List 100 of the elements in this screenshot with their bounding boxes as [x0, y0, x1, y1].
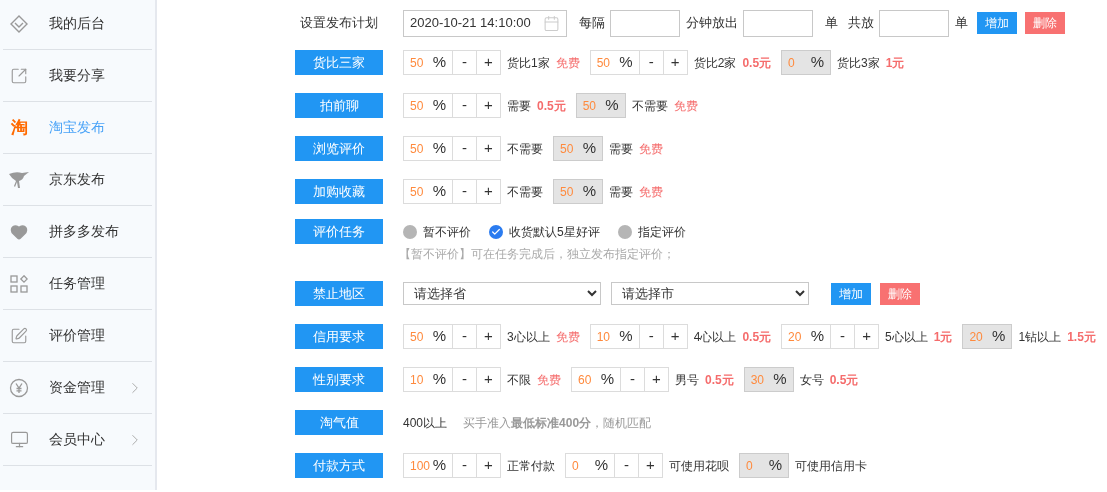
option-label: 需要 — [609, 183, 633, 201]
option-label: 需要 — [507, 97, 531, 115]
yen-coin-icon — [9, 377, 29, 398]
decrement-button[interactable]: - — [621, 367, 645, 392]
radio-option[interactable]: 指定评价 — [617, 223, 686, 241]
percent-field[interactable]: 20 % — [781, 324, 832, 349]
sidebar-item[interactable]: 资金管理 — [3, 362, 152, 414]
increment-button[interactable]: + — [477, 136, 501, 161]
decrement-button[interactable]: - — [615, 453, 639, 478]
decrement-button[interactable]: - — [453, 179, 477, 204]
diamond-icon — [9, 13, 29, 34]
decrement-button[interactable]: - — [453, 136, 477, 161]
monitor-icon — [9, 430, 29, 449]
percent-field[interactable]: 50 % — [589, 50, 640, 75]
region-select[interactable]: 请选择省 — [403, 282, 601, 305]
row-label: 浏览评价 — [295, 136, 383, 161]
option-label: 女号 — [799, 371, 824, 389]
percent-field[interactable]: 50 % — [403, 136, 453, 161]
price-text: 免费 — [537, 371, 561, 389]
option-label: 不需要 — [507, 183, 543, 201]
field-label: 共放 — [848, 14, 874, 32]
option-label: 需要 — [609, 140, 633, 158]
field-label: 每隔 — [579, 14, 605, 32]
edit-icon — [10, 326, 28, 345]
decrement-button[interactable]: - — [453, 50, 477, 75]
bird-icon — [8, 169, 30, 190]
interval-field[interactable] — [610, 9, 680, 37]
option-label: 货比3家 — [837, 54, 880, 72]
decrement-button[interactable]: - — [453, 367, 477, 392]
percent-field[interactable]: 100 % — [403, 453, 453, 478]
radio-option[interactable]: 收货默认5星好评 — [489, 223, 600, 241]
percent-field: 0 % — [739, 453, 789, 478]
percent-field[interactable]: 50 % — [403, 50, 453, 75]
row-label: 性别要求 — [295, 367, 383, 392]
price-text: 免费 — [639, 183, 663, 201]
hint-text: 【暂不评价】可在任务完成后，独立发布指定评价； — [399, 246, 676, 263]
price-text: 免费 — [639, 140, 663, 158]
value-text: 400以上 — [403, 414, 448, 432]
datetime-field[interactable]: 2020-10-21 14:10:00 — [403, 9, 567, 37]
unit-text: 单 — [955, 14, 968, 32]
row-label: 评价任务 — [295, 219, 383, 244]
option-label: 货比1家 — [507, 54, 550, 72]
radio-option[interactable]: 暂不评价 — [403, 223, 471, 241]
increment-button[interactable]: + — [855, 324, 880, 349]
increment-button[interactable]: + — [645, 367, 669, 392]
percent-field[interactable]: 10 % — [589, 324, 640, 349]
increment-button[interactable]: + — [477, 367, 501, 392]
percent-field: 50 % — [575, 93, 626, 118]
sidebar-item[interactable]: 我的后台 — [3, 0, 152, 50]
sidebar-item[interactable]: 任务管理 — [3, 258, 152, 310]
price-text: 1元 — [885, 54, 905, 72]
sidebar-item[interactable]: 评价管理 — [3, 310, 152, 362]
increment-button[interactable]: + — [477, 453, 501, 478]
sidebar-item[interactable]: 会员中心 — [3, 414, 152, 466]
increment-button[interactable]: + — [477, 93, 501, 118]
price-text: 0.5元 — [742, 54, 772, 72]
option-label: 4心以上 — [693, 328, 737, 346]
percent-field[interactable]: 50 % — [403, 179, 453, 204]
decrement-button[interactable]: - — [831, 324, 856, 349]
decrement-button[interactable]: - — [639, 324, 664, 349]
increment-button[interactable]: + — [663, 50, 688, 75]
increment-button[interactable]: + — [477, 324, 501, 349]
total-field[interactable] — [879, 9, 949, 37]
percent-field: 50 % — [553, 179, 603, 204]
price-text: 免费 — [673, 97, 698, 115]
row-label: 禁止地区 — [295, 281, 383, 306]
option-label: 可使用信用卡 — [795, 457, 867, 475]
increment-button[interactable]: + — [477, 50, 501, 75]
price-text: 0.5元 — [829, 371, 859, 389]
price-text: 免费 — [555, 328, 580, 346]
increment-button[interactable]: + — [639, 453, 663, 478]
percent-field[interactable]: 10 % — [403, 367, 453, 392]
row-label: 信用要求 — [295, 324, 383, 349]
decrement-button[interactable]: - — [453, 453, 477, 478]
schedule-label: 设置发布计划 — [299, 14, 379, 32]
sidebar-item[interactable]: 京东发布 — [3, 154, 152, 206]
increment-button[interactable]: + — [477, 179, 501, 204]
heart-icon — [10, 222, 28, 241]
decrement-button[interactable]: - — [453, 93, 477, 118]
price-text: 1元 — [933, 328, 953, 346]
row-label: 货比三家 — [295, 50, 383, 75]
percent-field[interactable]: 50 % — [403, 93, 453, 118]
option-label: 货比2家 — [693, 54, 737, 72]
sidebar-item[interactable]: 拼多多发布 — [3, 206, 152, 258]
percent-field[interactable]: 0 % — [565, 453, 615, 478]
unit-text: 单 — [825, 14, 838, 32]
percent-field[interactable]: 50 % — [403, 324, 453, 349]
sidebar-item[interactable]: 我要分享 — [3, 50, 152, 102]
region-select[interactable]: 请选择市 — [611, 282, 809, 305]
option-label: 3心以上 — [507, 328, 550, 346]
row-label: 付款方式 — [295, 453, 383, 478]
decrement-button[interactable]: - — [453, 324, 477, 349]
price-text: 0.5元 — [705, 371, 734, 389]
percent-field: 30 % — [743, 367, 794, 392]
per-batch-field[interactable] — [743, 9, 813, 37]
row-label: 加购收藏 — [295, 179, 383, 204]
increment-button[interactable]: + — [663, 324, 688, 349]
percent-field[interactable]: 60 % — [571, 367, 621, 392]
share-icon — [10, 66, 28, 85]
decrement-button[interactable]: - — [639, 50, 664, 75]
